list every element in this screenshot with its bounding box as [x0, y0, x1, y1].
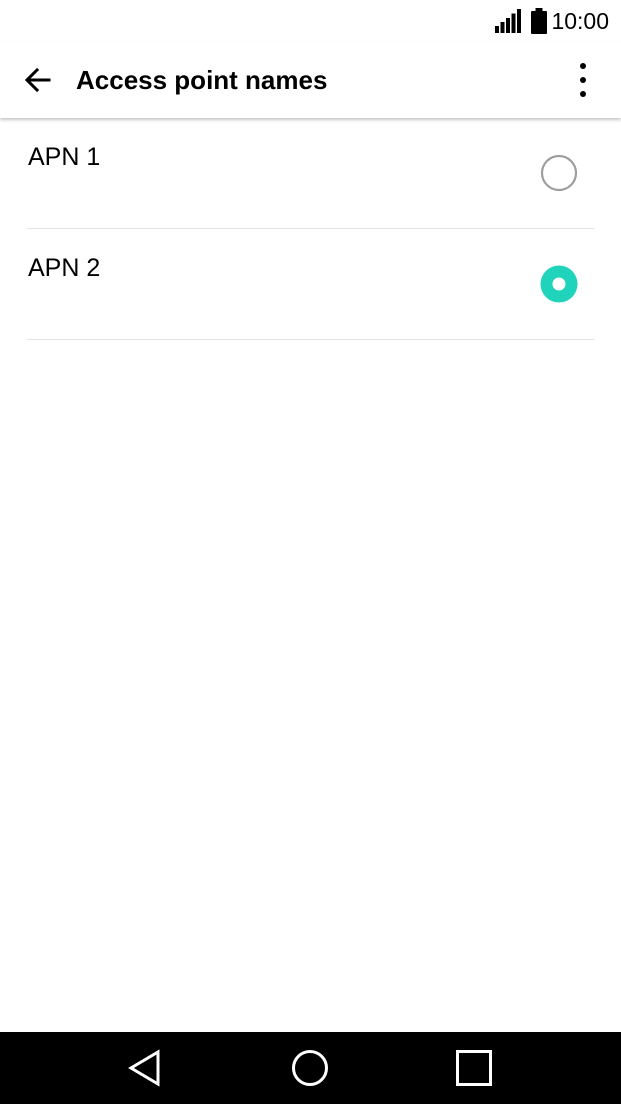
apn-item-label: APN 1	[28, 143, 101, 171]
apn-list: APN 1 APN 2	[0, 118, 621, 340]
back-button[interactable]	[14, 56, 62, 104]
radio-unchecked-icon	[540, 154, 578, 192]
apn-radio-checked[interactable]	[540, 265, 578, 303]
more-vertical-icon	[580, 63, 586, 97]
apn-item-2[interactable]: APN 2	[27, 229, 594, 340]
apn-item-1[interactable]: APN 1	[27, 118, 594, 229]
nav-recents-icon	[456, 1050, 492, 1086]
radio-checked-icon	[540, 265, 578, 303]
nav-home-icon	[292, 1050, 328, 1086]
apn-radio-unchecked[interactable]	[540, 154, 578, 192]
nav-back-icon	[128, 1049, 160, 1087]
signal-icon	[495, 9, 522, 33]
nav-back-button[interactable]	[123, 1044, 171, 1092]
apn-item-label: APN 2	[28, 254, 101, 282]
status-bar: 10:00	[0, 0, 621, 42]
app-bar: Access point names	[0, 42, 621, 118]
nav-home-button[interactable]	[286, 1044, 334, 1092]
page-title: Access point names	[76, 65, 328, 95]
status-icons: 10:00	[495, 6, 609, 36]
battery-icon	[531, 8, 548, 34]
navigation-bar	[0, 1032, 621, 1104]
arrow-back-icon	[24, 67, 51, 93]
status-clock: 10:00	[551, 8, 609, 34]
more-options-button[interactable]	[559, 56, 607, 104]
nav-recents-button[interactable]	[450, 1044, 498, 1092]
